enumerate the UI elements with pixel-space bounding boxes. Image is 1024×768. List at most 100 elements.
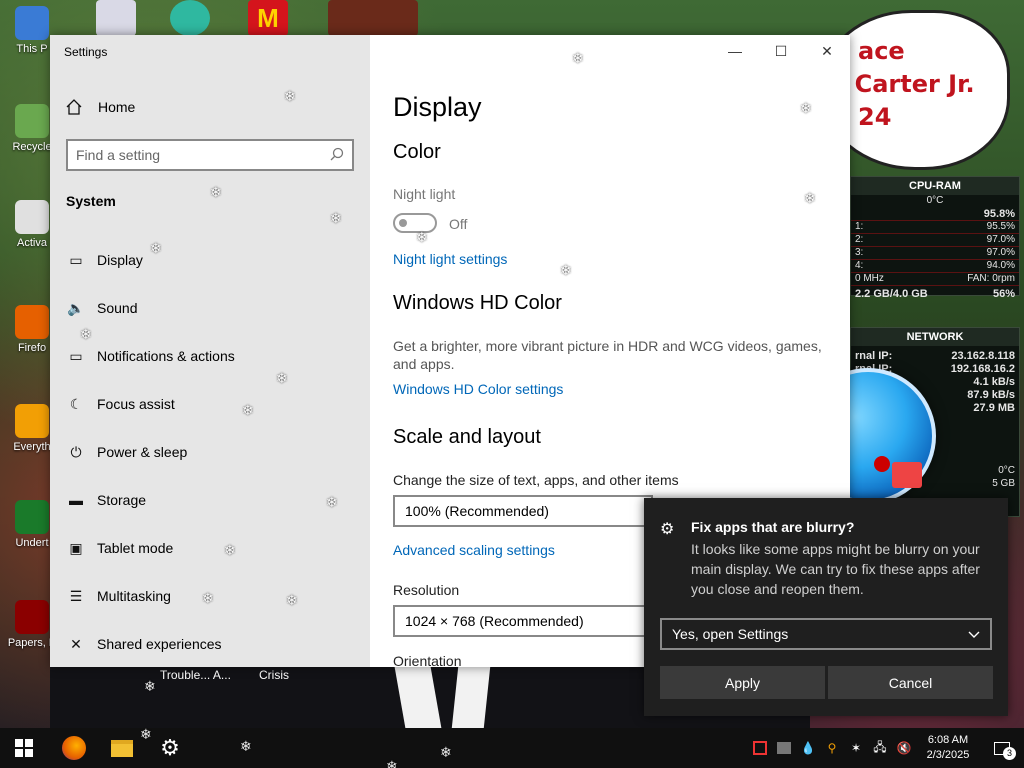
desktop-app-icon[interactable]	[96, 0, 136, 36]
bubble-line-2: l Carter Jr.	[838, 70, 975, 98]
network-row-value: 4.1 kB/s	[973, 376, 1015, 388]
gear-icon: ⚙	[660, 521, 675, 538]
snowflake-icon: ❄	[572, 50, 584, 66]
clock[interactable]: 6:08 AM 2/3/2025	[916, 733, 980, 763]
toast-message: It looks like some apps might be blurry …	[691, 541, 980, 597]
desktop-shortcut-icon	[15, 404, 49, 438]
snowflake-icon: ❄	[144, 678, 156, 694]
scale-dropdown[interactable]: 100% (Recommended)	[393, 495, 653, 527]
snowflake-icon: ❄	[242, 402, 254, 418]
snowflake-icon: ❄	[284, 88, 296, 104]
search-input[interactable]: Find a setting	[66, 139, 354, 171]
notification-toast: ⚙ Fix apps that are blurry? It looks lik…	[644, 498, 1008, 716]
desktop-icon-label[interactable]: Trouble... A...	[160, 668, 231, 682]
snowflake-icon: ❄	[800, 100, 812, 116]
snowflake-icon: ❄	[210, 184, 222, 200]
monitor-icon: ▭	[69, 251, 83, 268]
power-icon: ⏻	[70, 443, 82, 460]
cpu-ram-title: CPU-RAM	[851, 177, 1019, 195]
mcdonalds-icon[interactable]: M	[248, 0, 288, 36]
network-row-value: 87.9 kB/s	[967, 389, 1015, 401]
desktop-icon-label[interactable]: Crisis	[259, 668, 289, 682]
night-light-label: Night light	[393, 186, 456, 202]
volume-muted-icon[interactable]: 🔇	[892, 728, 916, 768]
apply-button[interactable]: Apply	[660, 666, 825, 699]
sparkle-icon[interactable]: ✶	[844, 728, 868, 768]
shared-icon: ✕	[70, 635, 82, 652]
network-row-value: 192.168.16.2	[950, 363, 1015, 375]
cancel-button[interactable]: Cancel	[828, 666, 993, 699]
bubble-line-3: 24	[858, 103, 892, 131]
sleigh-decoration	[328, 0, 418, 36]
nav-item-label: Focus assist	[97, 396, 175, 412]
storage-icon: ▬	[69, 492, 83, 508]
nav-item-label: Tablet mode	[97, 540, 174, 556]
nav-item-notifications-actions[interactable]: ▭ Notifications & actions	[66, 336, 356, 376]
hd-color-settings-link[interactable]: Windows HD Color settings	[393, 381, 563, 397]
action-center-button[interactable]: 3	[980, 728, 1024, 768]
network-icon[interactable]: 🖧	[868, 728, 892, 768]
resolution-value: 1024 × 768 (Recommended)	[405, 613, 584, 629]
nav-item-storage[interactable]: ▬ Storage	[66, 480, 356, 520]
nav-item-display[interactable]: ▭ Display	[66, 240, 356, 280]
nav-item-focus-assist[interactable]: ☾ Focus assist	[66, 384, 356, 424]
settings-nav-pane: Settings Home Find a setting System ▭ Dis…	[50, 35, 370, 667]
resolution-label: Resolution	[393, 582, 460, 598]
desktop-app-icon[interactable]	[170, 0, 210, 36]
snowflake-icon: ❄	[330, 210, 342, 226]
nav-item-label: Sound	[97, 300, 138, 316]
toast-dropdown[interactable]: Yes, open Settings	[660, 618, 992, 650]
advanced-scaling-link[interactable]: Advanced scaling settings	[393, 542, 555, 558]
nav-item-label: Display	[97, 252, 143, 268]
drop-icon[interactable]: 💧	[796, 728, 820, 768]
nav-item-label: Power & sleep	[97, 444, 188, 460]
cpu-row-label: 2:	[855, 234, 864, 245]
network-row-label: rnal IP:	[855, 350, 893, 362]
nav-item-sound[interactable]: 🔈 Sound	[66, 288, 356, 328]
gear-icon: ⚙	[160, 735, 180, 760]
cpu-row: 1: 95.5%	[851, 221, 1019, 234]
night-light-state: Off	[449, 216, 468, 232]
nav-item-label: Shared experiences	[97, 636, 222, 652]
nav-item-shared-experiences[interactable]: ✕ Shared experiences	[66, 624, 356, 664]
cpu-row-value: 95.5%	[986, 221, 1015, 232]
cpu-ram-widget: CPU-RAM 0°C 95.8% 1: 95.5% 2: 97.0% 3: 97.0% 4:…	[850, 176, 1020, 300]
snowflake-icon: ❄	[326, 494, 338, 510]
page-title: Display	[393, 92, 482, 122]
cpu-row: 2: 97.0%	[851, 234, 1019, 247]
network-row-value: 27.9 MB	[973, 402, 1015, 414]
tablet-icon: ▣	[69, 539, 83, 556]
nav-item-power-sleep[interactable]: ⏻ Power & sleep	[66, 432, 356, 472]
nav-home[interactable]: Home	[66, 99, 135, 115]
search-everything-icon[interactable]: ⚲	[820, 728, 844, 768]
cpu-row-label: 4:	[855, 260, 864, 271]
resolution-dropdown[interactable]: 1024 × 768 (Recommended)	[393, 605, 653, 637]
cpu-row-label: 0 MHz	[855, 273, 884, 284]
cpu-temp: 0°C	[926, 195, 944, 206]
ram-percent: 56%	[992, 288, 1015, 300]
ram-usage: 2.2 GB/4.0 GB	[855, 288, 928, 300]
night-light-toggle[interactable]	[393, 213, 437, 233]
snowflake-icon: ❄	[140, 726, 152, 742]
snowflake-icon: ❄	[804, 190, 816, 206]
taskbar-firefox[interactable]	[50, 728, 98, 768]
cpu-row-value: 97.0%	[986, 234, 1015, 245]
scale-value: 100% (Recommended)	[405, 503, 549, 519]
window-title: Settings	[64, 45, 108, 59]
multitasking-icon: ☰	[69, 587, 83, 604]
network-row-value: 23.162.8.118	[951, 350, 1015, 362]
tray-app-icon[interactable]	[748, 728, 772, 768]
start-button[interactable]	[0, 728, 48, 768]
desktop-shortcut-icon	[15, 305, 49, 339]
ram-usage-row: 2.2 GB/4.0 GB 56%	[851, 288, 1019, 301]
cpu-row: 0 MHz FAN: 0rpm	[851, 273, 1019, 286]
nav-item-tablet-mode[interactable]: ▣ Tablet mode	[66, 528, 356, 568]
snowflake-icon: ❄	[150, 240, 162, 256]
tray-app-icon[interactable]	[772, 728, 796, 768]
taskbar-file-explorer[interactable]	[98, 728, 146, 768]
orientation-label: Orientation	[393, 653, 462, 667]
speaker-icon: 🔈	[67, 299, 85, 316]
night-light-settings-link[interactable]: Night light settings	[393, 251, 507, 267]
toast-title: Fix apps that are blurry?	[691, 519, 855, 535]
taskbar-settings[interactable]: ⚙	[146, 728, 194, 768]
